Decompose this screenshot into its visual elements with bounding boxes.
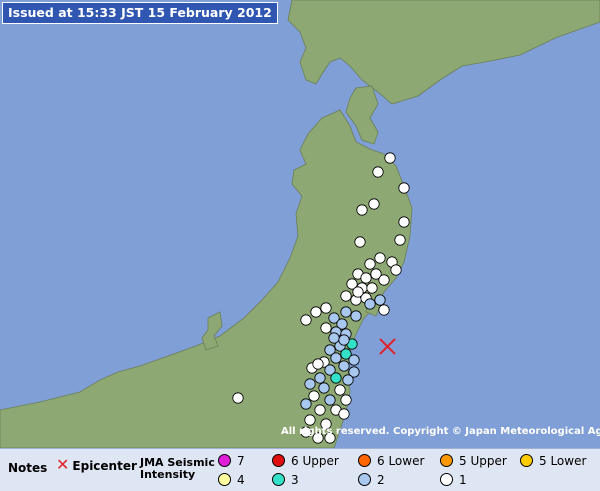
legend-level-3: 3 — [272, 473, 299, 487]
legend-level-4: 4 — [218, 473, 245, 487]
station-marker — [338, 408, 350, 420]
station-marker — [300, 314, 312, 326]
legend-dot-6-upper — [272, 454, 285, 467]
station-marker — [320, 322, 332, 334]
station-marker — [364, 258, 376, 270]
station-marker — [354, 236, 366, 248]
legend-intensity-title: JMA Seismic Intensity — [140, 457, 215, 481]
station-marker — [328, 332, 340, 344]
station-marker — [338, 334, 350, 346]
legend-level-2: 2 — [358, 473, 385, 487]
station-marker — [312, 358, 324, 370]
notes-label: Notes — [8, 461, 48, 475]
station-marker — [340, 290, 352, 302]
station-marker — [378, 274, 390, 286]
station-marker — [374, 294, 386, 306]
station-marker — [232, 392, 244, 404]
legend-dot-7 — [218, 454, 231, 467]
station-marker — [372, 166, 384, 178]
station-marker — [394, 234, 406, 246]
station-marker — [390, 264, 402, 276]
station-marker — [314, 404, 326, 416]
legend-epicenter-label: Epicenter — [72, 459, 137, 473]
station-marker — [330, 372, 342, 384]
station-marker — [300, 398, 312, 410]
legend-level-7: 7 — [218, 454, 245, 468]
station-marker — [366, 282, 378, 294]
legend-dot-1 — [440, 473, 453, 486]
station-marker — [338, 360, 350, 372]
legend-dot-4 — [218, 473, 231, 486]
station-marker — [340, 394, 352, 406]
seismic-intensity-map — [0, 0, 600, 490]
epicenter-x-icon: ✕ — [56, 455, 70, 474]
legend-dot-2 — [358, 473, 371, 486]
legend-level-6-upper: 6 Upper — [272, 454, 339, 468]
legend-dot-5-lower — [520, 454, 533, 467]
station-marker — [342, 374, 354, 386]
legend-intensity-title-line2: Intensity — [140, 468, 196, 481]
legend-level-5-lower: 5 Lower — [520, 454, 586, 468]
station-marker — [324, 394, 336, 406]
station-marker — [320, 302, 332, 314]
station-marker — [374, 252, 386, 264]
station-marker — [368, 198, 380, 210]
station-marker — [378, 304, 390, 316]
station-marker — [308, 390, 320, 402]
station-marker — [318, 382, 330, 394]
legend-epicenter: ✕ Epicenter — [56, 455, 137, 474]
station-marker — [398, 216, 410, 228]
legend-level-6-lower: 6 Lower — [358, 454, 424, 468]
station-marker — [360, 272, 372, 284]
station-marker — [398, 182, 410, 194]
station-marker — [330, 352, 342, 364]
station-marker — [314, 372, 326, 384]
legend-dot-3 — [272, 473, 285, 486]
station-marker — [304, 414, 316, 426]
station-marker — [334, 384, 346, 396]
station-marker — [348, 354, 360, 366]
copyright-notice: All rights reserved. Copyright © Japan M… — [281, 426, 600, 437]
issued-time-label: Issued at 15:33 JST 15 February 2012 — [2, 2, 278, 24]
legend-bar: Notes ✕ Epicenter JMA Seismic Intensity 7 … — [0, 448, 600, 491]
station-marker — [364, 298, 376, 310]
legend-dot-5-upper — [440, 454, 453, 467]
station-marker — [310, 306, 322, 318]
station-marker — [350, 310, 362, 322]
legend-level-1: 1 — [440, 473, 467, 487]
station-marker — [356, 204, 368, 216]
station-marker — [304, 378, 316, 390]
station-marker — [340, 306, 352, 318]
legend-level-5-upper: 5 Upper — [440, 454, 507, 468]
legend-dot-6-lower — [358, 454, 371, 467]
station-marker — [352, 286, 364, 298]
station-marker — [384, 152, 396, 164]
